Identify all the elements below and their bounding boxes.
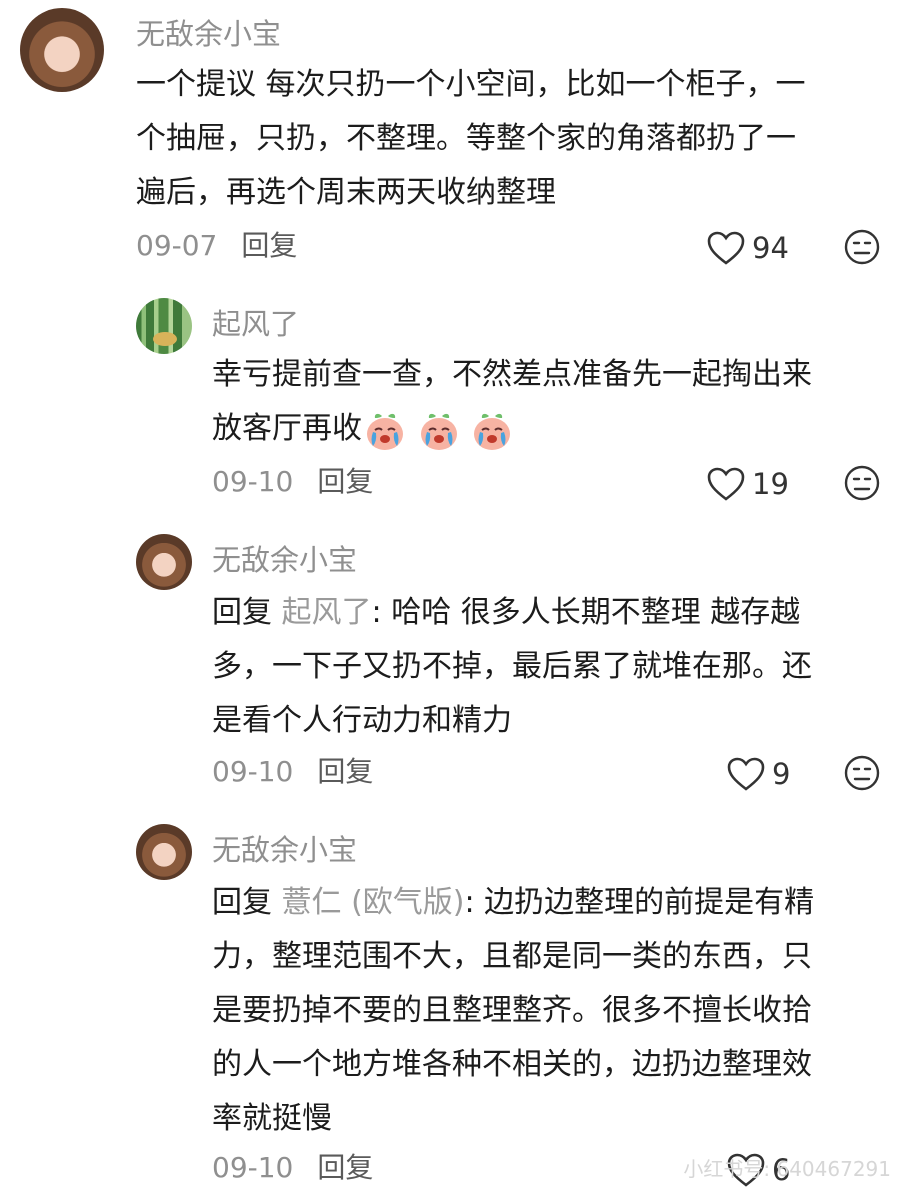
comment-line: 是要扔掉不要的且整理整齐。很多不擅长收拾 xyxy=(212,993,812,1028)
watermark: 小红书号: 640467291 xyxy=(683,1157,891,1181)
comment-text: 回复 薏仁 (欧气版): 边扔边整理的前提是有精 力，整理范围不大，且都是同一类… xyxy=(212,876,814,1146)
comment-line: 率就挺慢 xyxy=(212,1101,332,1136)
comment-date: 09-10 xyxy=(212,755,294,788)
comment-date: 09-10 xyxy=(212,1151,294,1184)
mention-link[interactable]: 起风了 xyxy=(282,595,372,630)
reply-prefix: 回复 xyxy=(212,885,282,920)
reply-button[interactable]: 回复 xyxy=(317,755,373,788)
comment-line: 一个提议 每次只扔一个小空间，比如一个柜子，一 xyxy=(136,67,806,102)
user-avatar[interactable] xyxy=(136,534,192,590)
user-avatar[interactable] xyxy=(136,298,192,354)
reply-button[interactable]: 回复 xyxy=(241,229,297,262)
comment-text: 一个提议 每次只扔一个小空间，比如一个柜子，一 个抽屉，只扔，不整理。等整个家的… xyxy=(136,58,806,220)
reply-button[interactable]: 回复 xyxy=(317,465,373,498)
heart-icon xyxy=(727,757,765,791)
like-button[interactable]: 94 xyxy=(706,228,789,268)
comment-meta: 09-10 回复 xyxy=(212,752,373,792)
crying-peach-emoji xyxy=(418,408,460,452)
comment-line-text: 放客厅再收 xyxy=(212,411,362,446)
username[interactable]: 无敌余小宝 xyxy=(136,14,281,54)
heart-icon xyxy=(707,467,745,501)
dislike-face-icon[interactable] xyxy=(843,754,881,792)
guitar-shape xyxy=(153,332,177,346)
comment-line: 力，整理范围不大，且都是同一类的东西，只 xyxy=(212,939,812,974)
comment-meta: 09-10 回复 xyxy=(212,1148,373,1188)
like-button[interactable]: 9 xyxy=(726,754,790,794)
comment-line: 放客厅再收 xyxy=(212,402,812,456)
username[interactable]: 起风了 xyxy=(212,304,299,344)
username[interactable]: 无敌余小宝 xyxy=(212,830,357,870)
like-count: 9 xyxy=(772,757,791,791)
comment-line: 幸亏提前查一查，不然差点准备先一起掏出来 xyxy=(212,357,812,392)
like-count: 94 xyxy=(752,231,789,265)
dislike-face-icon[interactable] xyxy=(843,464,881,502)
comment-text: 幸亏提前查一查，不然差点准备先一起掏出来 放客厅再收 xyxy=(212,348,812,456)
emoji-row xyxy=(364,403,515,457)
comment-meta: 09-07 回复 xyxy=(136,226,297,266)
comment-date: 09-10 xyxy=(212,465,294,498)
username[interactable]: 无敌余小宝 xyxy=(212,540,357,580)
crying-peach-emoji xyxy=(364,408,406,452)
like-button[interactable]: 19 xyxy=(706,464,789,504)
comment-line: 遍后，再选个周末两天收纳整理 xyxy=(136,175,556,210)
reply-prefix: 回复 xyxy=(212,595,282,630)
comment-line: 回复 薏仁 (欧气版): 边扔边整理的前提是有精 xyxy=(212,876,814,930)
dislike-face-icon[interactable] xyxy=(843,228,881,266)
comment-line: 回复 起风了: 哈哈 很多人长期不整理 越存越 xyxy=(212,586,812,640)
comment-line-text: : 哈哈 很多人长期不整理 越存越 xyxy=(371,595,801,630)
comment-line: 多，一下子又扔不掉，最后累了就堆在那。还 xyxy=(212,649,812,684)
user-avatar[interactable] xyxy=(136,824,192,880)
mention-link[interactable]: 薏仁 (欧气版) xyxy=(282,885,465,920)
comment-date: 09-07 xyxy=(136,229,218,262)
heart-icon xyxy=(707,231,745,265)
comment-line: 的人一个地方堆各种不相关的，边扔边整理效 xyxy=(212,1047,812,1082)
like-count: 19 xyxy=(752,467,789,501)
comment-meta: 09-10 回复 xyxy=(212,462,373,502)
user-avatar[interactable] xyxy=(20,8,104,92)
comment-line: 个抽屉，只扔，不整理。等整个家的角落都扔了一 xyxy=(136,121,796,156)
comment-line-text: : 边扔边整理的前提是有精 xyxy=(464,885,815,920)
crying-peach-emoji xyxy=(471,408,513,452)
reply-button[interactable]: 回复 xyxy=(317,1151,373,1184)
comment-line: 是看个人行动力和精力 xyxy=(212,703,512,738)
comment-text: 回复 起风了: 哈哈 很多人长期不整理 越存越 多，一下子又扔不掉，最后累了就堆… xyxy=(212,586,812,748)
